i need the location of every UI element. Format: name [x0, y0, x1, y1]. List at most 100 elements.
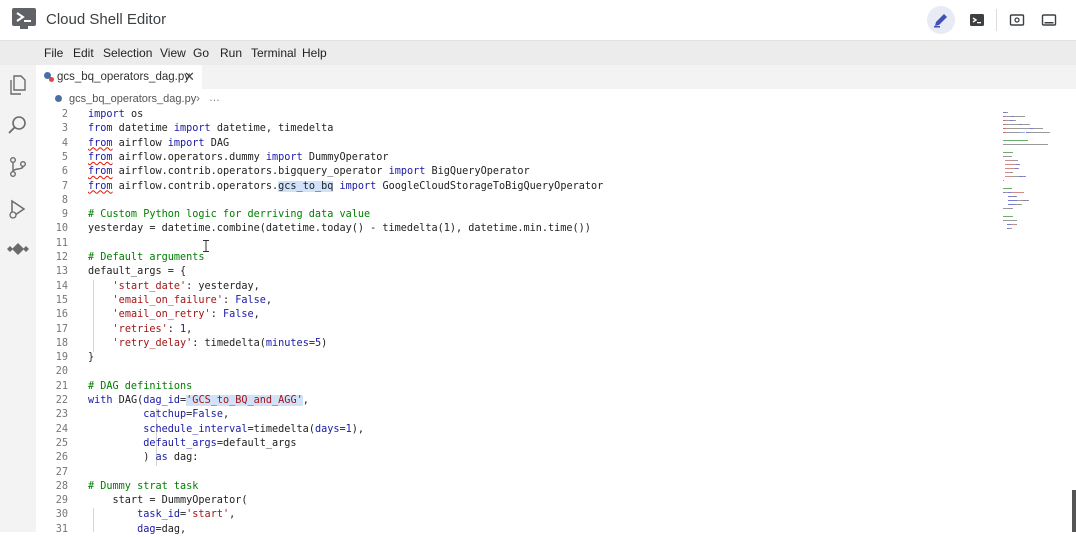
- code-line[interactable]: 19}: [36, 351, 996, 365]
- search-icon[interactable]: [6, 113, 30, 137]
- code-token: gcs_to_bq: [278, 180, 334, 192]
- code-token: ,: [302, 395, 309, 406]
- open-terminal-button[interactable]: [963, 6, 991, 34]
- code-token: from: [88, 137, 113, 149]
- code-line[interactable]: 11: [36, 237, 996, 251]
- code-line[interactable]: 9 # Custom Python logic for derriving dat…: [36, 208, 996, 222]
- code-line[interactable]: 4 from airflow import DAG: [36, 137, 996, 151]
- line-number: 25: [55, 437, 68, 449]
- code-line[interactable]: 10 yesterday = datetime.combine(datetime.…: [36, 222, 996, 236]
- code-line[interactable]: 24 schedule_interval=timedelta(days=1),: [36, 423, 996, 437]
- code-line[interactable]: 21 # DAG definitions: [36, 380, 996, 394]
- title-bar: Cloud Shell Editor: [0, 0, 1076, 41]
- code-token: 'email_on_failure': [112, 294, 223, 306]
- code-token: :: [167, 323, 181, 335]
- minimap-line: [1012, 192, 1023, 194]
- code-line[interactable]: 23 catchup=False,: [36, 408, 996, 422]
- code-token: 'GCS_to_BQ_and_AGG': [186, 395, 303, 406]
- line-number: 26: [55, 452, 68, 464]
- code-line[interactable]: 14 'start_date': yesterday,: [36, 280, 996, 294]
- menu-view[interactable]: View: [160, 46, 186, 60]
- minimap-line: [1006, 112, 1008, 114]
- code-line[interactable]: 29 start = DummyOperator(: [36, 494, 996, 508]
- code-token: :: [222, 294, 236, 306]
- code-line[interactable]: 26 ) as dag:: [36, 451, 996, 465]
- code-token: airflow.contrib.operators.bigquery_opera…: [112, 166, 389, 178]
- line-text: dag=dag,: [88, 523, 186, 537]
- code-token: 'start_date': [112, 280, 187, 292]
- code-line[interactable]: 7 from airflow.contrib.operators.gcs_to_b…: [36, 180, 996, 194]
- code-line[interactable]: 30 task_id='start',: [36, 508, 996, 522]
- code-line[interactable]: 3 from datetime import datetime, timedelt…: [36, 122, 996, 136]
- code-line[interactable]: 5 from airflow.operators.dummy import Dum…: [36, 151, 996, 165]
- menu-help[interactable]: Help: [302, 46, 327, 60]
- line-text: 'retry_delay': timedelta(minutes=5): [88, 337, 328, 351]
- code-token: : yesterday,: [186, 280, 260, 292]
- tab-gcs-bq-operators-dag[interactable]: gcs_bq_operators_dag.py ✕: [36, 65, 202, 89]
- line-number: 14: [55, 280, 68, 292]
- minimap-line: [1017, 168, 1019, 170]
- breadcrumb-more[interactable]: …: [209, 92, 220, 104]
- menu-file[interactable]: File: [44, 46, 63, 60]
- code-line[interactable]: 20: [36, 365, 996, 379]
- code-token: default_args: [143, 437, 217, 449]
- line-text: # Dummy strat task: [88, 480, 198, 494]
- menu-bar: File Edit Selection View Go Run Terminal…: [0, 41, 1076, 65]
- code-line[interactable]: 27: [36, 466, 996, 480]
- code-line[interactable]: 2 import os: [36, 108, 996, 122]
- code-line[interactable]: 28 # Dummy strat task: [36, 480, 996, 494]
- minimap-line: [1020, 132, 1025, 134]
- menu-edit[interactable]: Edit: [73, 46, 94, 60]
- line-number: 12: [55, 252, 68, 263]
- run-debug-icon[interactable]: [6, 197, 30, 221]
- line-text: import os: [88, 108, 143, 122]
- code-line[interactable]: 22 with DAG(dag_id='GCS_to_BQ_and_AGG',: [36, 394, 996, 408]
- code-line[interactable]: 17 'retries': 1,: [36, 323, 996, 337]
- extensions-icon[interactable]: [6, 237, 30, 261]
- code-token: DAG: [204, 137, 230, 149]
- code-line[interactable]: 13 default_args = {: [36, 265, 996, 279]
- files-icon[interactable]: [6, 73, 30, 97]
- open-editor-button[interactable]: [927, 6, 955, 34]
- code-token: from: [88, 151, 113, 163]
- code-line[interactable]: 16 'email_on_retry': False,: [36, 308, 996, 322]
- line-number: 30: [55, 509, 68, 521]
- menu-terminal[interactable]: Terminal: [251, 46, 296, 60]
- line-number: 17: [55, 323, 68, 335]
- line-number: 5: [61, 151, 68, 163]
- minimap-line: [1003, 152, 1014, 154]
- menu-selection[interactable]: Selection: [103, 46, 152, 60]
- scrollbar-thumb[interactable]: [1072, 490, 1076, 532]
- code-editor[interactable]: 2 import os 3 from datetime import datetime…: [36, 108, 996, 535]
- minimap-line: [1027, 200, 1029, 202]
- minimap-line: [1005, 128, 1030, 130]
- close-icon[interactable]: ✕: [184, 69, 195, 85]
- minimap[interactable]: [1000, 108, 1076, 532]
- line-number: 31: [55, 523, 68, 535]
- toggle-panel-button[interactable]: [1035, 6, 1063, 34]
- code-token: catchup: [143, 409, 187, 421]
- code-token: 'email_on_retry': [112, 309, 211, 321]
- code-line[interactable]: 15 'email_on_failure': False,: [36, 294, 996, 308]
- line-text: from datetime import datetime, timedelta: [88, 122, 333, 136]
- source-control-icon[interactable]: [6, 155, 30, 179]
- code-token: with: [88, 395, 113, 406]
- minimap-line: [1018, 164, 1020, 166]
- menu-go[interactable]: Go: [193, 46, 209, 60]
- web-preview-button[interactable]: [1003, 6, 1031, 34]
- line-number: 3: [61, 123, 68, 135]
- code-line[interactable]: 31 dag=dag,: [36, 523, 996, 537]
- menu-run[interactable]: Run: [220, 46, 242, 60]
- code-line[interactable]: 18 'retry_delay': timedelta(minutes=5): [36, 337, 996, 351]
- line-number: 18: [55, 337, 68, 349]
- code-line[interactable]: 12 # Default arguments: [36, 251, 996, 265]
- line-number: 4: [61, 137, 68, 149]
- code-line[interactable]: 6 from airflow.contrib.operators.bigquery…: [36, 165, 996, 179]
- minimap-line: [1005, 164, 1016, 166]
- code-token: from: [88, 123, 113, 135]
- breadcrumb-file[interactable]: gcs_bq_operators_dag.py: [69, 93, 196, 105]
- code-line[interactable]: 25 default_args=default_args: [36, 437, 996, 451]
- code-line[interactable]: 8: [36, 194, 996, 208]
